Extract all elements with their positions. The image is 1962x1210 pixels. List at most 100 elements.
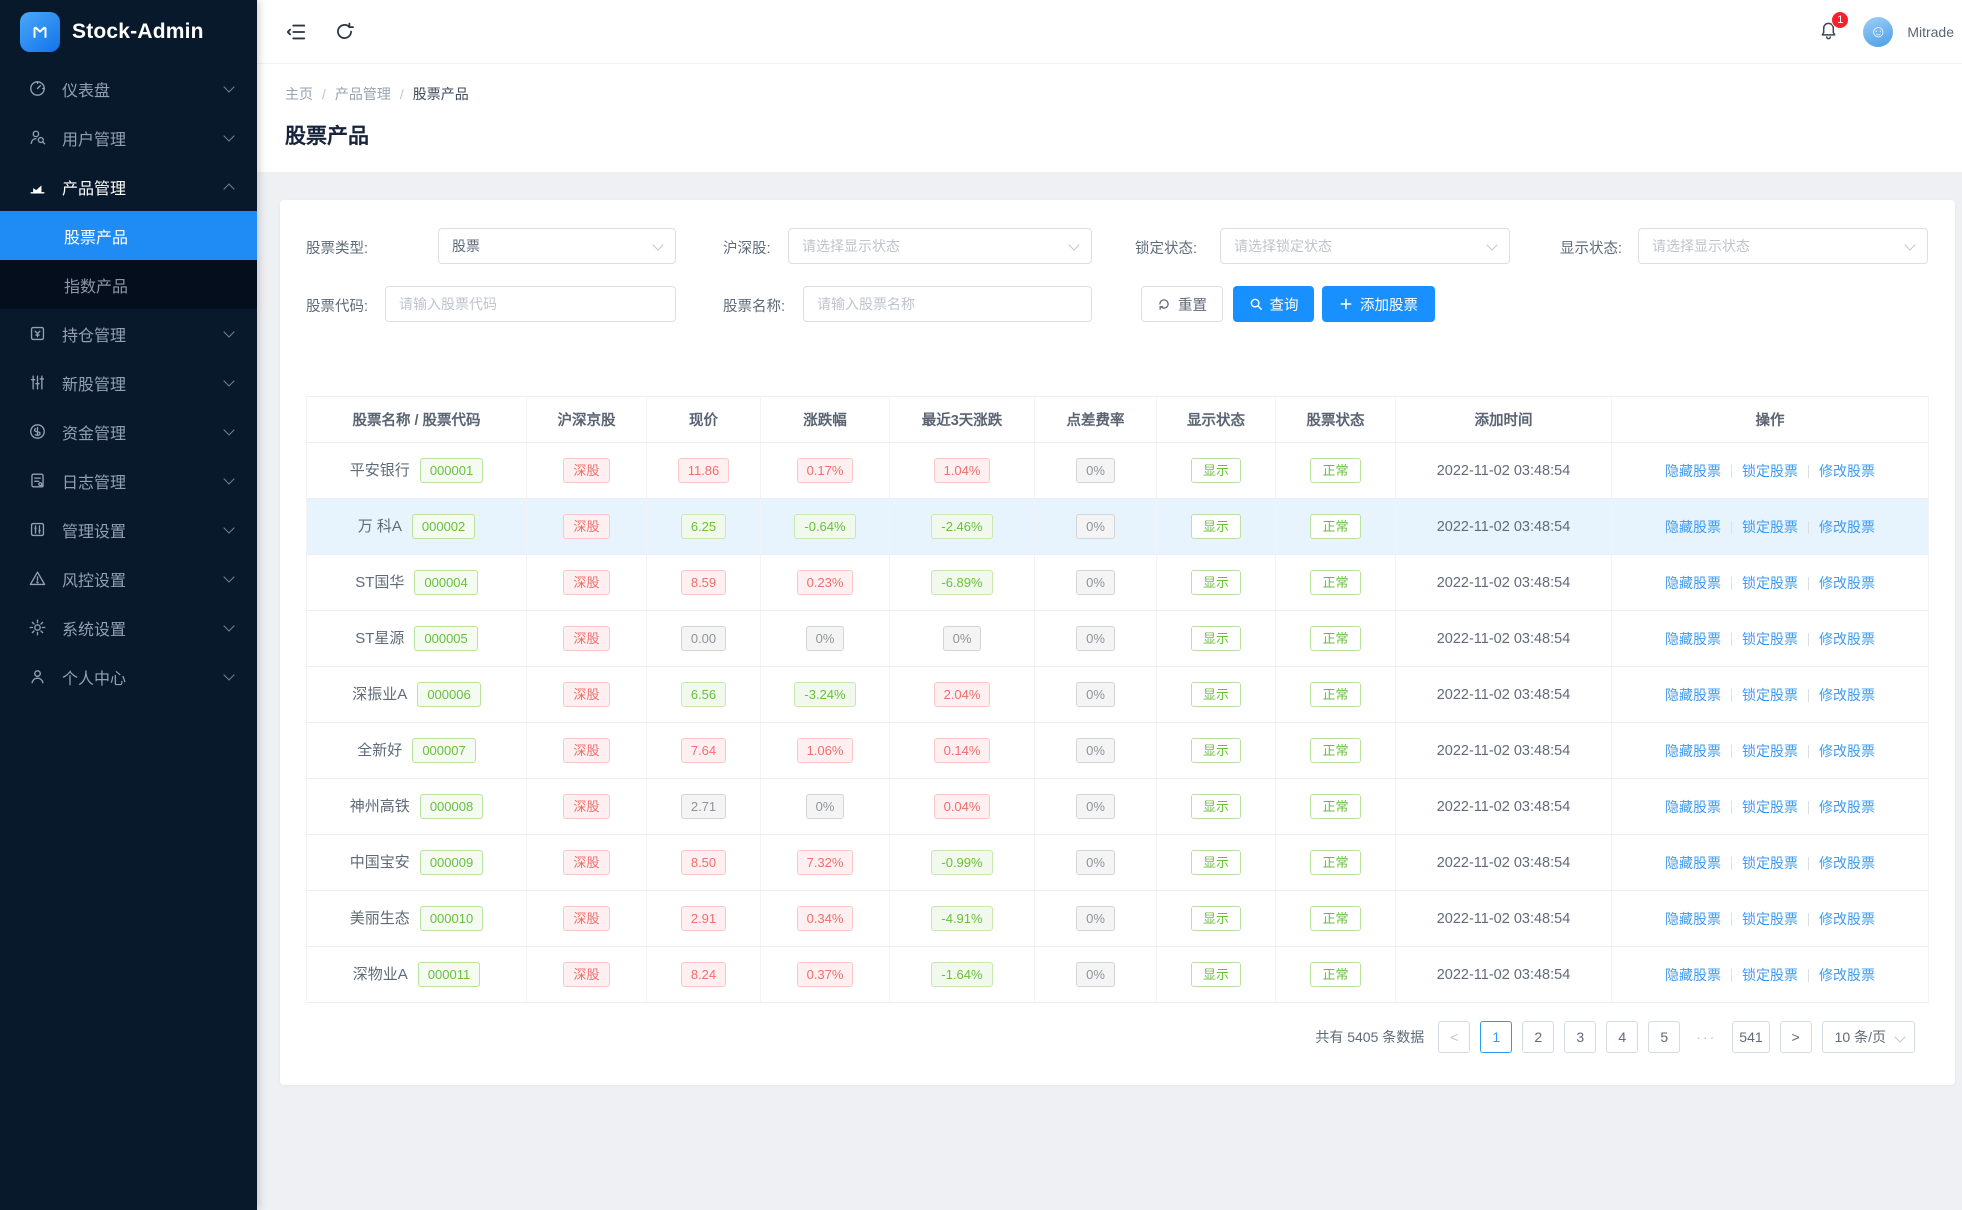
sidebar-item-system-settings[interactable]: 系统设置 [0, 603, 257, 652]
sidebar-item-dashboard[interactable]: 仪表盘 [0, 64, 257, 113]
hide-stock-link[interactable]: 隐藏股票 [1665, 855, 1721, 871]
sidebar-item-index-products[interactable]: 指数产品 [0, 260, 257, 309]
username[interactable]: Mitrade [1907, 24, 1954, 40]
edit-stock-link[interactable]: 修改股票 [1819, 575, 1875, 591]
hide-stock-link[interactable]: 隐藏股票 [1665, 631, 1721, 647]
added-time-cell: 2022-11-02 03:48:54 [1396, 499, 1612, 555]
stock-code-input[interactable] [385, 286, 676, 322]
action-separator [1731, 969, 1732, 982]
stock-code-badge: 000004 [414, 570, 477, 595]
edit-stock-link[interactable]: 修改股票 [1819, 967, 1875, 983]
filter-row-2: 股票代码: 股票名称: 重置 查询 添加股票 [306, 286, 1928, 322]
sidebar-item-products[interactable]: 产品管理 [0, 162, 257, 211]
sidebar-item-stock-products[interactable]: 股票产品 [0, 211, 257, 260]
hs-stock-select[interactable]: 请选择显示状态 [788, 228, 1092, 264]
stock-name-input[interactable] [803, 286, 1092, 322]
sidebar-item-label: 新股管理 [62, 371, 126, 395]
hide-stock-link[interactable]: 隐藏股票 [1665, 463, 1721, 479]
pagination-page-button[interactable]: 1 [1480, 1021, 1512, 1053]
edit-stock-link[interactable]: 修改股票 [1819, 631, 1875, 647]
edit-stock-link[interactable]: 修改股票 [1819, 799, 1875, 815]
hide-stock-link[interactable]: 隐藏股票 [1665, 799, 1721, 815]
hide-stock-link[interactable]: 隐藏股票 [1665, 575, 1721, 591]
column-header: 股票名称 / 股票代码 [307, 397, 527, 443]
hide-stock-link[interactable]: 隐藏股票 [1665, 967, 1721, 983]
edit-stock-link[interactable]: 修改股票 [1819, 855, 1875, 871]
edit-stock-link[interactable]: 修改股票 [1819, 743, 1875, 759]
hs-stock-placeholder: 请选择显示状态 [802, 236, 900, 256]
sidebar-item-admin-settings[interactable]: 管理设置 [0, 505, 257, 554]
lock-stock-link[interactable]: 锁定股票 [1742, 743, 1798, 759]
spread-badge: 0% [1076, 626, 1115, 651]
sidebar-item-logs[interactable]: 日志管理 [0, 456, 257, 505]
stock-type-select[interactable]: 股票 [438, 228, 676, 264]
chevron-down-icon [652, 239, 663, 250]
add-stock-button[interactable]: 添加股票 [1322, 286, 1435, 322]
stock-name-cell: 深物业A000011 [307, 947, 527, 1003]
spread-badge: 0% [1076, 738, 1115, 763]
hide-stock-link[interactable]: 隐藏股票 [1665, 519, 1721, 535]
change-3d-badge: 2.04% [934, 682, 991, 707]
change-3d-badge-cell: 2.04% [890, 667, 1035, 723]
lock-stock-link[interactable]: 锁定股票 [1742, 855, 1798, 871]
pagination-page-button[interactable]: 3 [1564, 1021, 1596, 1053]
lock-stock-link[interactable]: 锁定股票 [1742, 631, 1798, 647]
main-area: 1 ☺ Mitrade 主页 / 产品管理 / 股票产品 股票产品 股票类型: [257, 0, 1962, 1210]
pagination-prev-icon[interactable]: < [1438, 1021, 1470, 1053]
stock-code-badge: 000006 [417, 682, 480, 707]
edit-stock-link[interactable]: 修改股票 [1819, 519, 1875, 535]
change-badge-cell: 0% [761, 611, 890, 667]
collapse-sidebar-icon[interactable] [283, 19, 309, 45]
stock-name-cell: ST星源000005 [307, 611, 527, 667]
page-size-select[interactable]: 10 条/页 [1822, 1021, 1915, 1053]
pagination-page-button[interactable]: 5 [1648, 1021, 1680, 1053]
stock-status-badge: 正常 [1310, 906, 1360, 931]
pagination-next-icon[interactable]: > [1780, 1021, 1812, 1053]
sidebar-item-risk-settings[interactable]: 风控设置 [0, 554, 257, 603]
lock-stock-link[interactable]: 锁定股票 [1742, 575, 1798, 591]
sidebar-item-funds[interactable]: 资金管理 [0, 407, 257, 456]
sidebar-item-users[interactable]: 用户管理 [0, 113, 257, 162]
sidebar-item-new-stocks[interactable]: 新股管理 [0, 358, 257, 407]
breadcrumb-home[interactable]: 主页 [285, 84, 313, 104]
stock-code-badge: 000001 [420, 458, 483, 483]
lock-stock-link[interactable]: 锁定股票 [1742, 799, 1798, 815]
edit-stock-link[interactable]: 修改股票 [1819, 687, 1875, 703]
column-header: 涨跌幅 [761, 397, 890, 443]
change-3d-badge-cell: 0.04% [890, 779, 1035, 835]
price-badge: 8.59 [681, 570, 726, 595]
pagination-page-button[interactable]: 2 [1522, 1021, 1554, 1053]
market-badge: 深股 [563, 906, 609, 931]
lock-stock-link[interactable]: 锁定股票 [1742, 911, 1798, 927]
added-time-cell: 2022-11-02 03:48:54 [1396, 779, 1612, 835]
breadcrumb-product-mgmt[interactable]: 产品管理 [335, 84, 391, 104]
refresh-icon[interactable] [331, 19, 357, 45]
pagination-page-button[interactable]: 4 [1606, 1021, 1638, 1053]
lock-stock-link[interactable]: 锁定股票 [1742, 967, 1798, 983]
pagination-page-button[interactable]: 541 [1732, 1021, 1769, 1053]
hide-stock-link[interactable]: 隐藏股票 [1665, 687, 1721, 703]
market-badge: 深股 [563, 738, 609, 763]
hide-stock-link[interactable]: 隐藏股票 [1665, 743, 1721, 759]
lock-stock-link[interactable]: 锁定股票 [1742, 687, 1798, 703]
notifications-bell-icon[interactable]: 1 [1818, 19, 1839, 45]
display-status-badge-cell: 显示 [1157, 835, 1276, 891]
avatar[interactable]: ☺ [1863, 17, 1893, 47]
table-row: 深振业A000006深股6.56-3.24%2.04%0%显示正常2022-11… [307, 667, 1929, 723]
market-badge: 深股 [563, 794, 609, 819]
edit-stock-link[interactable]: 修改股票 [1819, 463, 1875, 479]
hide-stock-link[interactable]: 隐藏股票 [1665, 911, 1721, 927]
lock-status-select[interactable]: 请选择锁定状态 [1220, 228, 1510, 264]
display-status-badge-cell: 显示 [1157, 443, 1276, 499]
edit-stock-link[interactable]: 修改股票 [1819, 911, 1875, 927]
search-button[interactable]: 查询 [1233, 286, 1314, 322]
display-status-select[interactable]: 请选择显示状态 [1638, 228, 1928, 264]
sidebar-item-positions[interactable]: 持仓管理 [0, 309, 257, 358]
lock-stock-link[interactable]: 锁定股票 [1742, 463, 1798, 479]
spread-cell: 0% [1035, 555, 1157, 611]
lock-stock-link[interactable]: 锁定股票 [1742, 519, 1798, 535]
logo[interactable]: Stock-Admin [0, 0, 257, 64]
sidebar-item-profile[interactable]: 个人中心 [0, 652, 257, 701]
stock-status-badge-cell: 正常 [1276, 667, 1396, 723]
reset-button[interactable]: 重置 [1141, 286, 1223, 322]
